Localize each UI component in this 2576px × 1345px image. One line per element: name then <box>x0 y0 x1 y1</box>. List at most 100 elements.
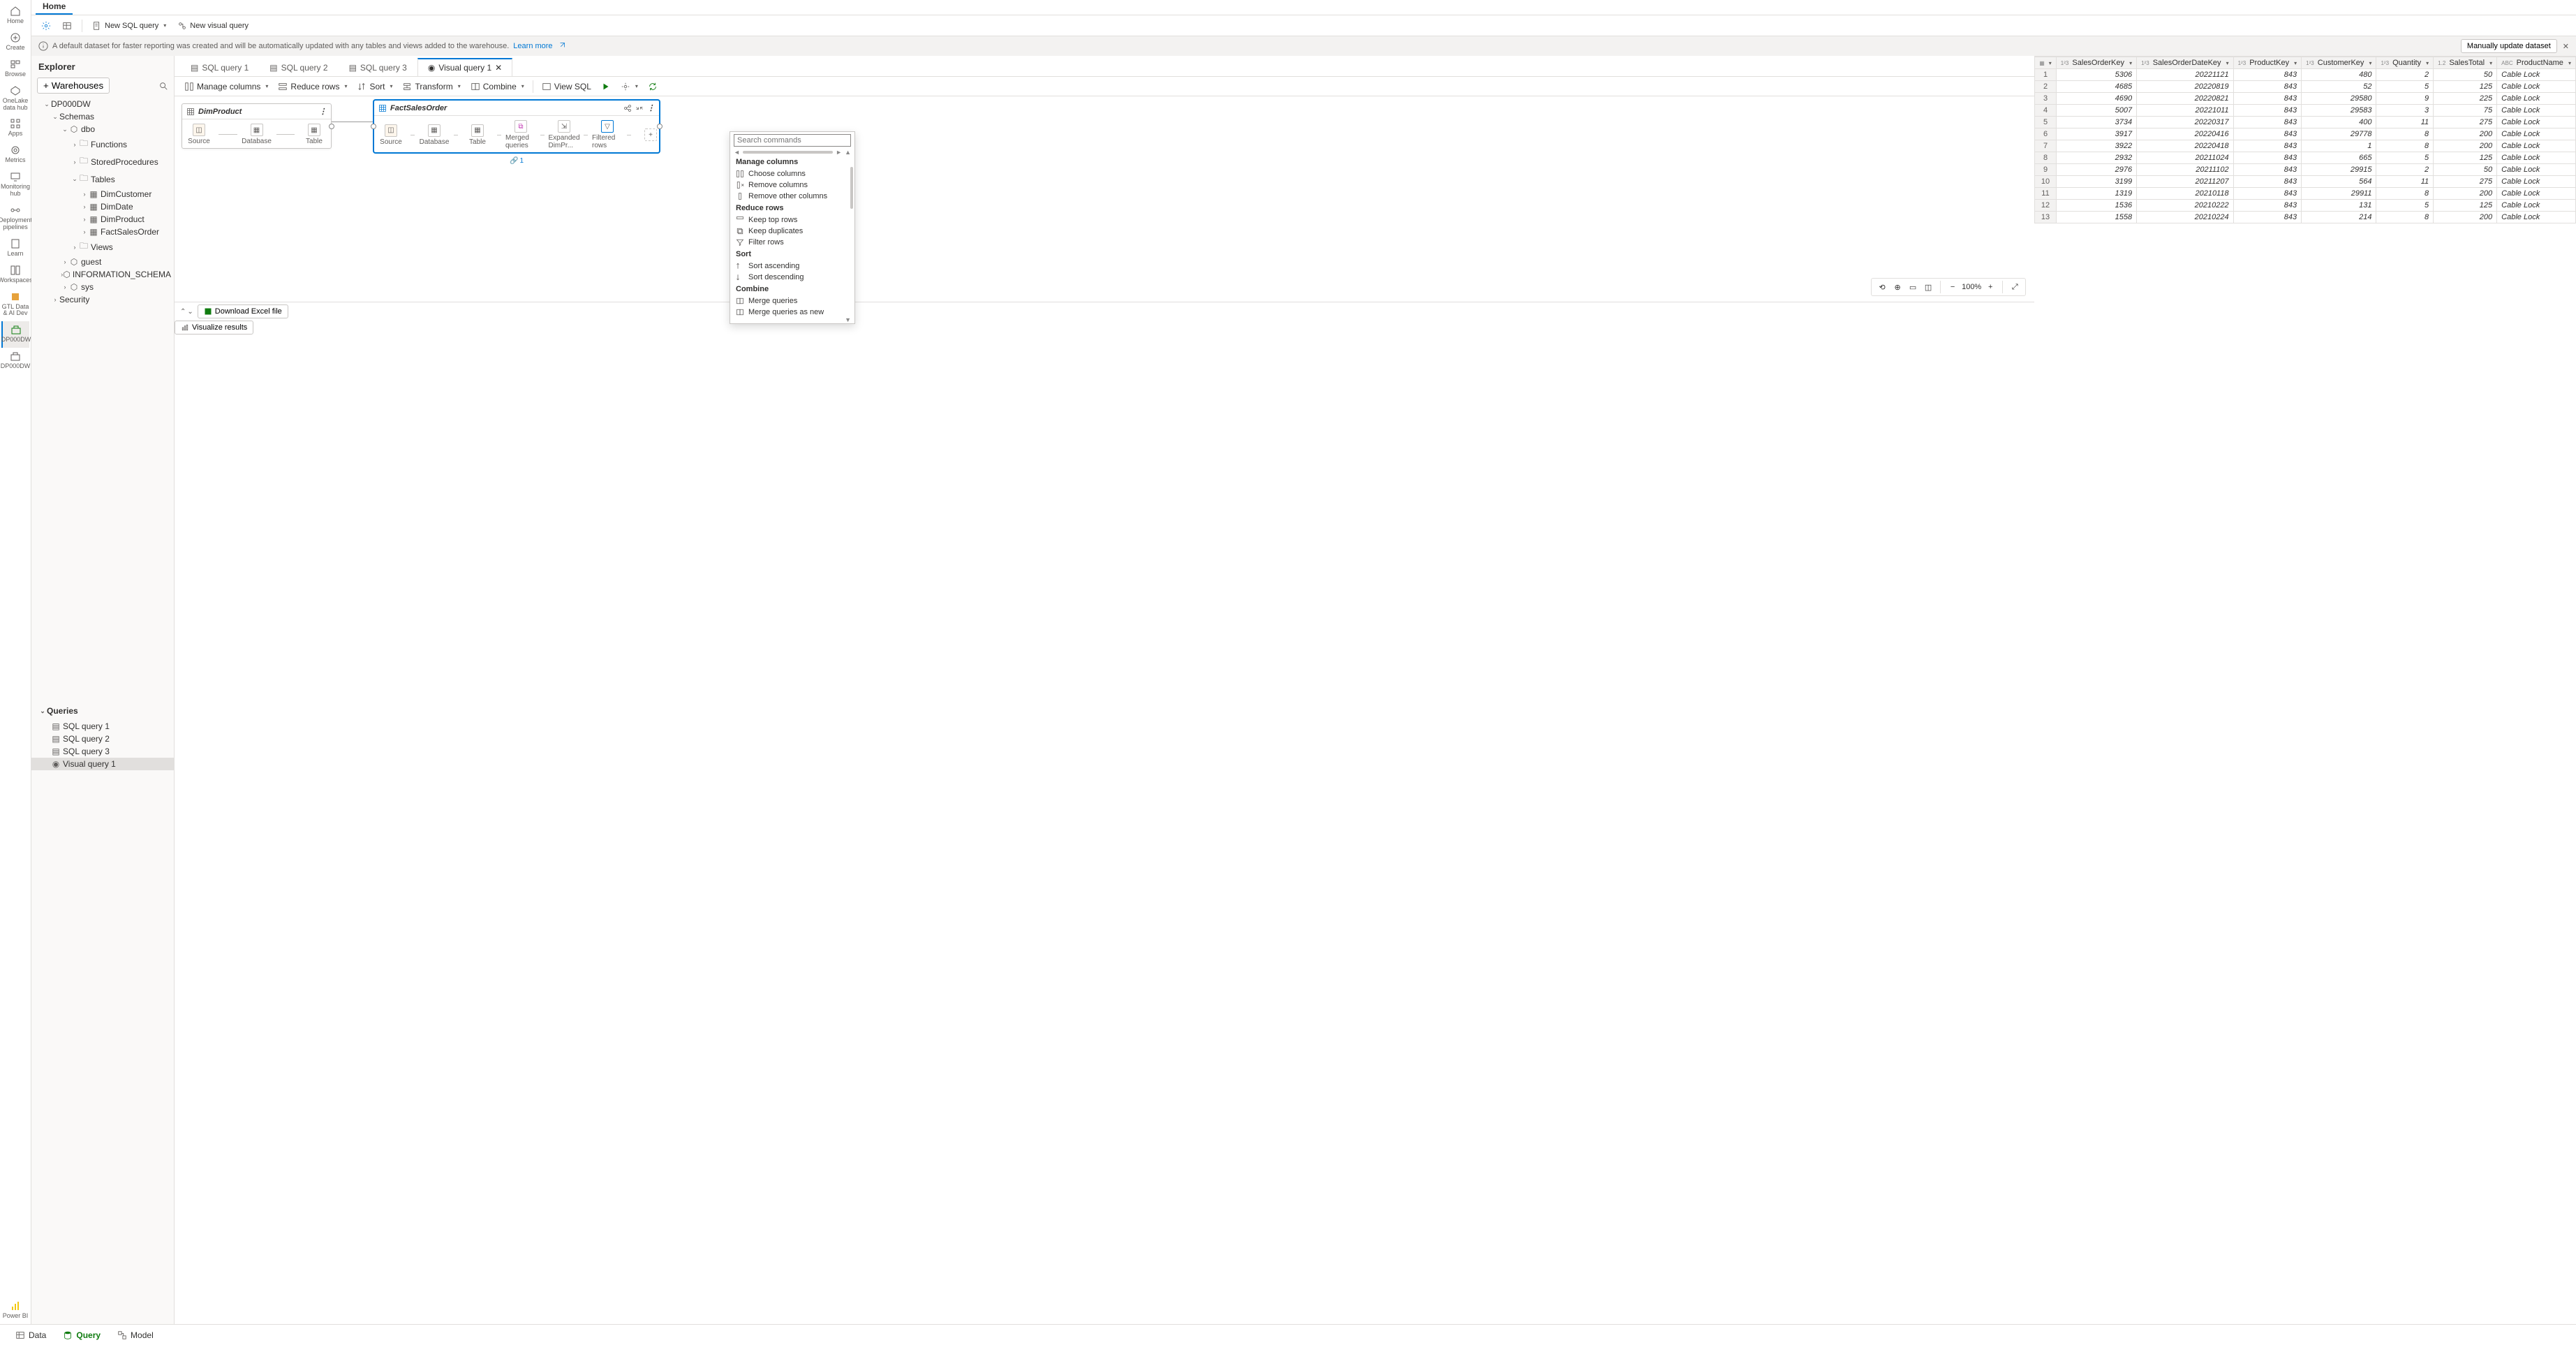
new-sql-query-button[interactable]: New SQL query▾ <box>88 19 170 33</box>
popup-sort-descending[interactable]: Sort descending <box>730 272 854 283</box>
rail-browse[interactable]: Browse <box>1 56 29 82</box>
footer-query-tab[interactable]: Query <box>56 1328 108 1343</box>
database-step-icon[interactable]: ▦ <box>251 124 263 136</box>
scroll-down-icon[interactable]: ▼ <box>845 316 851 323</box>
node-menu-icon[interactable]: ⋮ <box>319 107 327 116</box>
table-row[interactable]: 6391720220416843297788200Cable Lock <box>2035 128 2576 140</box>
reset-icon[interactable]: ⟲ <box>1876 281 1888 293</box>
refresh-icon[interactable] <box>644 80 662 94</box>
column-header[interactable]: 1²3 SalesOrderDateKey ▾ <box>2137 57 2234 69</box>
table-step-icon[interactable]: ▦ <box>471 124 484 137</box>
expand-icon[interactable]: ⤢ <box>2008 281 2021 293</box>
query-item-4[interactable]: ◉Visual query 1 <box>31 758 174 770</box>
tree-security[interactable]: ›Security <box>31 293 174 306</box>
table-row[interactable]: 121536202102228431315125Cable Lock <box>2035 200 2576 212</box>
close-tab-icon[interactable]: ✕ <box>495 63 502 73</box>
tree-guest[interactable]: ›⬡guest <box>31 256 174 268</box>
banner-close-icon[interactable]: ✕ <box>2563 42 2569 51</box>
search-icon[interactable] <box>158 81 168 91</box>
table-row[interactable]: 739222022041884318200Cable Lock <box>2035 140 2576 152</box>
node-menu-icon[interactable]: ⋮ <box>647 103 655 112</box>
transform-button[interactable]: Transform▾ <box>398 80 464 94</box>
rail-gtl[interactable]: GTL Data & AI Dev <box>1 288 29 322</box>
qtab-sql-1[interactable]: ▤SQL query 1 <box>180 59 259 76</box>
footer-model-tab[interactable]: Model <box>110 1328 161 1343</box>
table-row[interactable]: 131558202102248432148200Cable Lock <box>2035 212 2576 223</box>
table-row[interactable]: 1530620221121843480250Cable Lock <box>2035 69 2576 81</box>
footer-data-tab[interactable]: Data <box>8 1328 53 1343</box>
popup-sort-ascending[interactable]: Sort ascending <box>730 260 854 272</box>
visualize-results-button[interactable]: Visualize results <box>175 321 253 335</box>
table-step-icon[interactable]: ▦ <box>308 124 320 136</box>
zoom-in-button[interactable]: + <box>1984 281 1997 293</box>
new-visual-query-button[interactable]: New visual query <box>173 19 253 33</box>
tree-infoschema[interactable]: ›⬡INFORMATION_SCHEMA <box>31 268 174 281</box>
table-row[interactable]: 929762021110284329915250Cable Lock <box>2035 164 2576 176</box>
tree-table-dimproduct[interactable]: ›▦DimProduct <box>31 213 174 226</box>
qtab-sql-2[interactable]: ▤SQL query 2 <box>259 59 338 76</box>
column-header[interactable]: 1²3 CustomerKey ▾ <box>2302 57 2376 69</box>
tree-views[interactable]: ›🗀Views <box>31 238 174 256</box>
tree-warehouse[interactable]: ⌄DP000DW <box>31 98 174 110</box>
rail-learn[interactable]: Learn <box>1 235 29 262</box>
expand-step-icon[interactable]: ⇲ <box>558 120 570 133</box>
table-row[interactable]: 450072022101184329583375Cable Lock <box>2035 105 2576 117</box>
minimap-icon[interactable]: ◫ <box>1922 281 1934 293</box>
banner-learn-more-link[interactable]: Learn more <box>513 42 552 50</box>
query-item-3[interactable]: ▤SQL query 3 <box>31 745 174 758</box>
merge-step-icon[interactable]: ⧉ <box>515 120 527 133</box>
rail-dp000dw-2[interactable]: DP000DW <box>1 348 29 374</box>
popup-keep-top-rows[interactable]: Keep top rows <box>730 214 854 226</box>
table-row[interactable]: 82932202110248436655125Cable Lock <box>2035 152 2576 164</box>
rail-dp000dw-1[interactable]: DP000DW <box>1 321 29 348</box>
database-step-icon[interactable]: ▦ <box>428 124 441 137</box>
tree-tables[interactable]: ⌄🗀Tables <box>31 170 174 188</box>
search-commands-input[interactable] <box>734 134 851 147</box>
row-index-header[interactable]: ▦▾ <box>2035 57 2057 69</box>
rail-powerbi-logo[interactable]: Power BI <box>1 1298 29 1324</box>
popup-choose-columns[interactable]: Choose columns <box>730 168 854 179</box>
add-step-icon[interactable]: + <box>644 128 657 141</box>
download-excel-button[interactable]: Download Excel file <box>198 304 288 318</box>
popup-remove-columns[interactable]: Remove columns <box>730 179 854 191</box>
collapse-up-icon[interactable]: ⌃ <box>180 308 186 316</box>
scroll-right-icon[interactable]: ► <box>836 149 842 156</box>
tree-dbo[interactable]: ⌄⬡dbo <box>31 123 174 135</box>
settings-dropdown-icon[interactable]: ▾ <box>616 80 642 94</box>
collapse-down-icon[interactable]: ⌄ <box>187 308 193 316</box>
query-item-2[interactable]: ▤SQL query 2 <box>31 733 174 745</box>
rail-apps[interactable]: Apps <box>1 115 29 142</box>
manually-update-button[interactable]: Manually update dataset <box>2461 39 2557 53</box>
column-header[interactable]: ABC ProductName ▾ <box>2497 57 2576 69</box>
sort-button[interactable]: Sort▾ <box>353 80 397 94</box>
tree-table-dimcustomer[interactable]: ›▦DimCustomer <box>31 188 174 200</box>
source-step-icon[interactable]: ◫ <box>193 124 205 136</box>
settings-icon[interactable] <box>37 19 55 33</box>
qtab-sql-3[interactable]: ▤SQL query 3 <box>339 59 417 76</box>
rail-onelake[interactable]: OneLake data hub <box>1 82 29 116</box>
column-header[interactable]: 1²3 SalesOrderKey ▾ <box>2056 57 2136 69</box>
table-row[interactable]: 537342022031784340011275Cable Lock <box>2035 117 2576 128</box>
tree-table-dimdate[interactable]: ›▦DimDate <box>31 200 174 213</box>
rail-monitoring[interactable]: Monitoring hub <box>1 168 29 202</box>
share-icon[interactable] <box>623 104 632 112</box>
tree-sys[interactable]: ›⬡sys <box>31 281 174 293</box>
popup-keep-duplicates[interactable]: Keep duplicates <box>730 226 854 237</box>
source-step-icon[interactable]: ◫ <box>385 124 397 137</box>
column-header[interactable]: 1²3 ProductKey ▾ <box>2233 57 2302 69</box>
fullscreen-icon[interactable]: ▭ <box>1907 281 1919 293</box>
tree-schemas[interactable]: ⌄Schemas <box>31 110 174 123</box>
reduce-rows-button[interactable]: Reduce rows▾ <box>274 80 351 94</box>
table-row[interactable]: 11131920210118843299118200Cable Lock <box>2035 188 2576 200</box>
tree-functions[interactable]: ›🗀Functions <box>31 135 174 153</box>
popup-remove-other-columns[interactable]: Remove other columns <box>730 191 854 202</box>
results-grid[interactable]: ▦▾1²3 SalesOrderKey ▾1²3 SalesOrderDateK… <box>2034 56 2576 1324</box>
top-tab-home[interactable]: Home <box>36 0 73 15</box>
table-row[interactable]: 3469020220821843295809225Cable Lock <box>2035 93 2576 105</box>
output-port[interactable] <box>329 124 334 129</box>
view-sql-button[interactable]: View SQL <box>538 80 595 94</box>
scroll-up-icon[interactable]: ▲ <box>845 149 851 156</box>
popup-merge-queries-new[interactable]: Merge queries as new <box>730 307 854 316</box>
rail-workspaces[interactable]: Workspaces <box>1 262 29 288</box>
collapse-icon[interactable] <box>635 104 644 112</box>
